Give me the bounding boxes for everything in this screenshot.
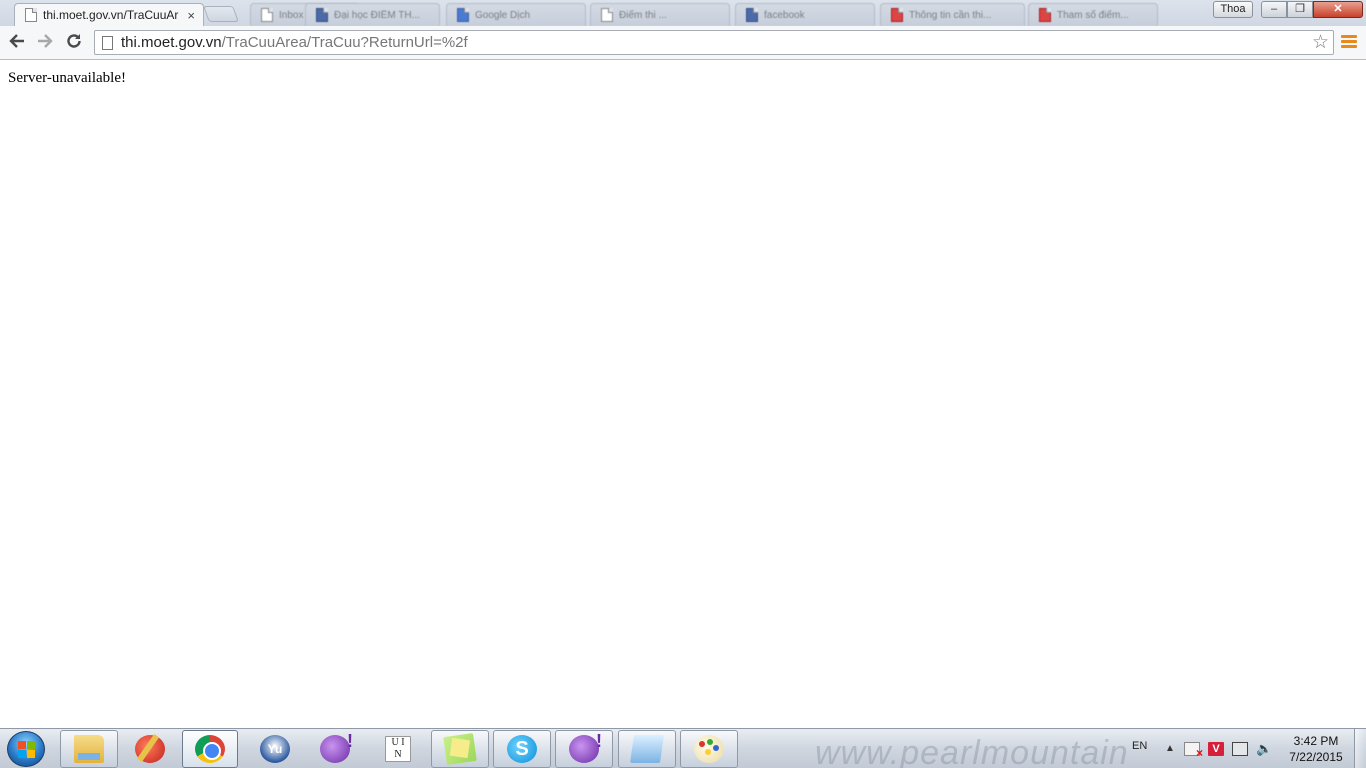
yahoo-icon — [320, 731, 353, 763]
taskbar: www.pearlmountain Yu U I N S EN ▲ V 🔈 — [0, 728, 1366, 768]
taskbar-paint[interactable] — [680, 730, 738, 768]
ccleaner-icon — [135, 735, 165, 763]
fb-icon — [746, 8, 758, 22]
tab-title: Thông tin cần thi... — [909, 9, 992, 21]
volume-icon[interactable]: 🔈 — [1256, 742, 1272, 756]
taskbar-yahoo-messenger-2[interactable] — [555, 730, 613, 768]
notepad-icon — [630, 735, 664, 763]
tab-title: facebook — [764, 9, 805, 21]
taskbar-yahoo-messenger[interactable] — [306, 730, 364, 768]
clock-date: 7/22/2015 — [1289, 750, 1343, 764]
taskbar-ccleaner[interactable] — [121, 730, 179, 768]
chevron-up-icon[interactable]: ▲ — [1162, 742, 1178, 756]
tab-background-7[interactable]: Tham số điểm... — [1028, 3, 1158, 26]
skype-icon: S — [507, 735, 537, 763]
translate-icon — [457, 8, 469, 22]
folder-icon — [74, 735, 104, 763]
taskbar-yu[interactable]: Yu — [246, 730, 304, 768]
close-window-button[interactable]: ✕ — [1313, 1, 1363, 18]
minimize-button[interactable]: ‒ — [1261, 1, 1287, 18]
tab-background-2[interactable]: Đại học ĐIỂM TH... — [305, 3, 440, 26]
mail-icon — [261, 8, 273, 22]
browser-toolbar: thi.moet.gov.vn/TraCuuArea/TraCuu?Return… — [0, 26, 1366, 60]
vtray-icon[interactable]: V — [1208, 742, 1224, 756]
windows-logo-icon — [18, 741, 36, 759]
taskbar-sticky-notes[interactable] — [431, 730, 489, 768]
server-message: Server-unavailable! — [8, 70, 126, 86]
taskbar-explorer[interactable] — [60, 730, 118, 768]
menu-icon[interactable] — [1341, 35, 1357, 51]
tab-background-3[interactable]: Google Dịch — [446, 3, 586, 26]
arrow-right-icon — [38, 34, 53, 48]
url-host: thi.moet.gov.vn — [121, 34, 222, 51]
taskbar-chrome[interactable] — [182, 730, 238, 768]
reload-icon — [67, 34, 81, 48]
yu-icon: Yu — [260, 735, 290, 763]
taskbar-notepad[interactable] — [618, 730, 676, 768]
paint-icon — [694, 735, 724, 763]
star-icon[interactable]: ☆ — [1312, 32, 1329, 54]
tab-title: Điểm thi ... — [619, 9, 667, 21]
url-path: /TraCuuArea/TraCuu?ReturnUrl=%2f — [221, 34, 468, 51]
red-icon — [1039, 8, 1051, 22]
tab-background-5[interactable]: facebook — [735, 3, 875, 26]
address-bar[interactable]: thi.moet.gov.vn/TraCuuArea/TraCuu?Return… — [94, 30, 1334, 55]
unikey-icon: U I N — [385, 736, 411, 762]
tab-title: Google Dịch — [475, 9, 531, 21]
page-icon — [25, 8, 37, 22]
clock[interactable]: 3:42 PM 7/22/2015 — [1284, 733, 1348, 765]
page-icon — [102, 35, 113, 50]
maximize-button[interactable]: ❐ — [1287, 1, 1313, 18]
page-content: Server-unavailable! — [0, 61, 1366, 728]
arrow-left-icon — [9, 34, 24, 48]
page-icon — [601, 8, 613, 22]
wallpaper-watermark: www.pearlmountain — [815, 734, 1129, 768]
tab-title: Tham số điểm... — [1057, 9, 1129, 21]
forward-button[interactable] — [34, 32, 56, 54]
action-center-icon[interactable] — [1184, 742, 1203, 760]
new-tab-button[interactable] — [203, 6, 239, 22]
tab-close-icon[interactable]: × — [187, 8, 195, 23]
tab-background-6[interactable]: Thông tin cần thi... — [880, 3, 1025, 26]
profile-badge[interactable]: Thoa — [1213, 1, 1253, 18]
clock-time: 3:42 PM — [1293, 734, 1339, 748]
start-button[interactable] — [7, 731, 45, 767]
reload-button[interactable] — [63, 32, 85, 54]
network-icon[interactable] — [1232, 742, 1248, 756]
taskbar-skype[interactable]: S — [493, 730, 551, 768]
tab-background-4[interactable]: Điểm thi ... — [590, 3, 730, 26]
chrome-icon — [195, 735, 225, 763]
yahoo-icon — [569, 731, 602, 763]
taskbar-unikey[interactable]: U I N — [369, 730, 427, 768]
back-button[interactable] — [6, 32, 28, 54]
tab-title: Đại học ĐIỂM TH... — [334, 9, 420, 21]
tab-active[interactable]: thi.moet.gov.vn/TraCuuAr × — [14, 3, 204, 26]
red-icon — [891, 8, 903, 22]
fb-icon — [316, 8, 328, 22]
show-desktop-button[interactable] — [1354, 729, 1366, 768]
tab-strip: thi.moet.gov.vn/TraCuuAr × Inbox (3) - .… — [0, 0, 1366, 26]
language-indicator[interactable]: EN — [1132, 740, 1147, 752]
tab-title: thi.moet.gov.vn/TraCuuAr — [43, 8, 179, 22]
sticky-notes-icon — [443, 733, 477, 765]
